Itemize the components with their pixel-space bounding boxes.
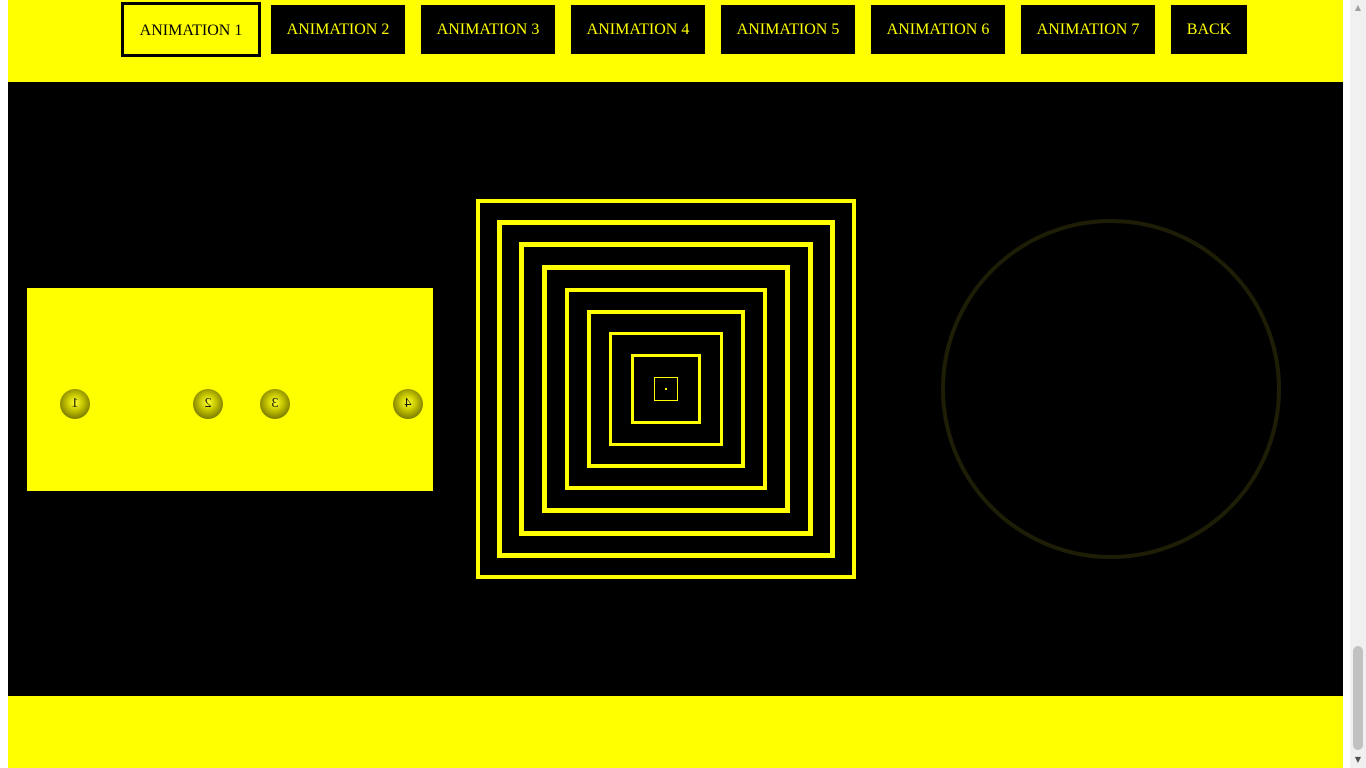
fading-circle-animation [941, 219, 1281, 559]
scroll-up-icon[interactable]: ▲ [1350, 0, 1366, 16]
animation-1-button[interactable]: ANIMATION 1 [121, 2, 261, 57]
animation-stage: 1 2 3 4 [8, 82, 1343, 696]
center-dot [665, 388, 667, 390]
footer [8, 696, 1343, 768]
animation-2-button[interactable]: ANIMATION 2 [271, 5, 405, 54]
scroll-thumb[interactable] [1353, 646, 1363, 750]
animation-6-button[interactable]: ANIMATION 6 [871, 5, 1005, 54]
animation-5-button[interactable]: ANIMATION 5 [721, 5, 855, 54]
animation-3-button[interactable]: ANIMATION 3 [421, 5, 555, 54]
page: ANIMATION 1 ANIMATION 2 ANIMATION 3 ANIM… [8, 0, 1343, 768]
ball-2: 2 [193, 389, 223, 419]
back-button[interactable]: BACK [1171, 5, 1247, 54]
ball-3: 3 [260, 389, 290, 419]
ball-4: 4 [393, 389, 423, 419]
ball-animation-panel: 1 2 3 4 [27, 288, 433, 491]
animation-4-button[interactable]: ANIMATION 4 [571, 5, 705, 54]
scroll-down-icon[interactable]: ▼ [1350, 752, 1366, 768]
concentric-squares-animation [476, 199, 856, 579]
animation-7-button[interactable]: ANIMATION 7 [1021, 5, 1155, 54]
ball-1: 1 [60, 389, 90, 419]
nav-bar: ANIMATION 1 ANIMATION 2 ANIMATION 3 ANIM… [8, 0, 1343, 82]
vertical-scrollbar[interactable]: ▲ ▼ [1350, 0, 1366, 768]
